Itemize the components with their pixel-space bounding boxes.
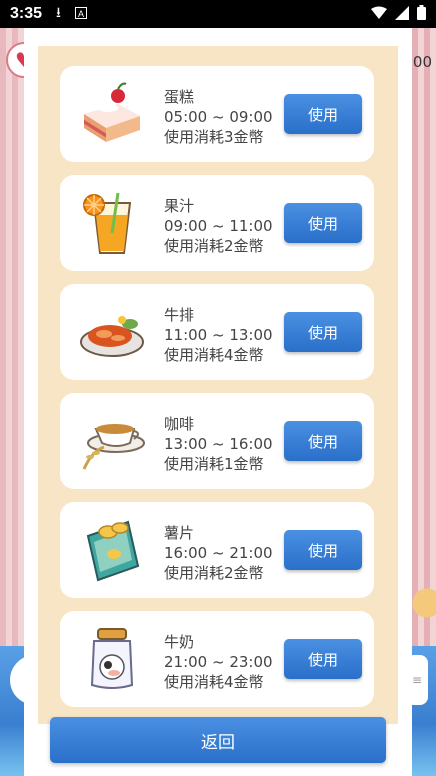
signal-icon [395,5,409,23]
use-button[interactable]: 使用 [284,421,362,461]
download-icon: ⭳ [56,4,61,20]
item-cost: 使用消耗1金幣 [164,455,264,473]
list-item: 蛋糕 05:00 ~ 09:00 使用消耗3金幣 使用 [60,66,374,162]
item-name: 牛排 [164,306,195,324]
use-button[interactable]: 使用 [284,312,362,352]
use-button[interactable]: 使用 [284,94,362,134]
item-time: 05:00 ~ 09:00 [164,108,273,126]
list-item: 咖啡 13:00 ~ 16:00 使用消耗1金幣 使用 [60,393,374,489]
wifi-icon [371,6,387,23]
item-dialog: 蛋糕 05:00 ~ 09:00 使用消耗3金幣 使用 果汁 09:00 ~ 1… [24,28,412,776]
back-button[interactable]: 返回 [50,717,386,763]
milk-icon [78,625,146,693]
battery-icon [417,5,426,23]
item-cost: 使用消耗4金幣 [164,346,264,364]
svg-text:A: A [78,9,84,19]
cake-icon [78,80,146,148]
coffee-icon [78,407,146,475]
chips-icon [78,516,146,584]
item-cost: 使用消耗2金幣 [164,564,264,582]
coin-count: 00 [412,53,432,71]
item-name: 果汁 [164,197,195,215]
item-name: 咖啡 [164,415,195,433]
list-item: 牛排 11:00 ~ 13:00 使用消耗4金幣 使用 [60,284,374,380]
item-list[interactable]: 蛋糕 05:00 ~ 09:00 使用消耗3金幣 使用 果汁 09:00 ~ 1… [38,46,398,724]
item-cost: 使用消耗4金幣 [164,673,264,691]
list-item: 果汁 09:00 ~ 11:00 使用消耗2金幣 使用 [60,175,374,271]
use-button[interactable]: 使用 [284,639,362,679]
item-cost: 使用消耗2金幣 [164,237,264,255]
item-time: 16:00 ~ 21:00 [164,544,273,562]
use-button[interactable]: 使用 [284,203,362,243]
steak-icon [78,298,146,366]
list-item: 牛奶 21:00 ~ 23:00 使用消耗4金幣 使用 [60,611,374,707]
item-time: 11:00 ~ 13:00 [164,326,273,344]
juice-icon [78,189,146,257]
item-name: 薯片 [164,524,195,542]
use-button[interactable]: 使用 [284,530,362,570]
font-icon: A [74,6,87,22]
item-time: 21:00 ~ 23:00 [164,653,273,671]
item-time: 09:00 ~ 11:00 [164,217,273,235]
status-bar: 3:35 ⭳ A [0,0,436,28]
item-name: 牛奶 [164,633,195,651]
status-time: 3:35 [10,5,43,22]
item-time: 13:00 ~ 16:00 [164,435,273,453]
item-name: 蛋糕 [164,88,195,106]
item-cost: 使用消耗3金幣 [164,128,264,146]
list-item: 薯片 16:00 ~ 21:00 使用消耗2金幣 使用 [60,502,374,598]
